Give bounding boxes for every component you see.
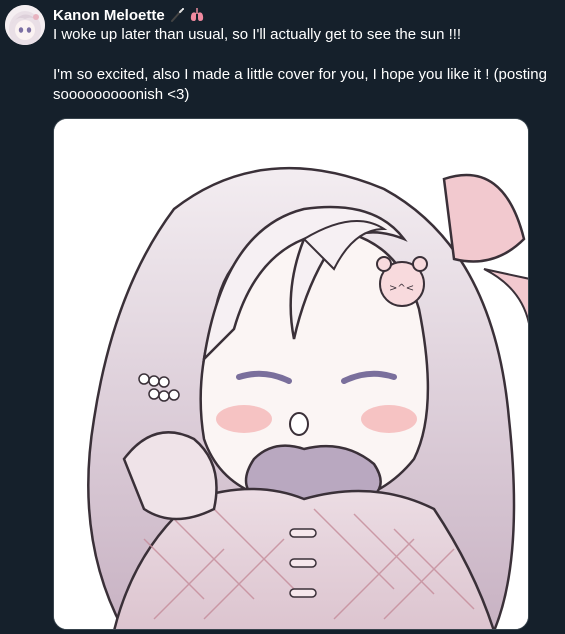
tweet-header: Kanon Meloette <box>53 5 205 25</box>
tweet-media[interactable]: >^< <box>53 118 529 630</box>
magic-wand-icon <box>169 7 185 23</box>
display-name[interactable]: Kanon Meloette <box>53 7 165 24</box>
avatar[interactable] <box>5 5 45 45</box>
svg-text:>^<: >^< <box>389 283 414 294</box>
tweet-text: I woke up later than usual, so I'll actu… <box>53 25 553 105</box>
illustration-image: >^< <box>54 119 528 629</box>
tweet-line-2: I'm so excited, also I made a little cov… <box>53 66 547 103</box>
tweet-line-1: I woke up later than usual, so I'll actu… <box>53 26 462 43</box>
lungs-icon <box>189 7 205 23</box>
tweet[interactable]: Kanon Meloette I woke up later than usua… <box>0 0 565 634</box>
avatar-image <box>5 5 45 45</box>
